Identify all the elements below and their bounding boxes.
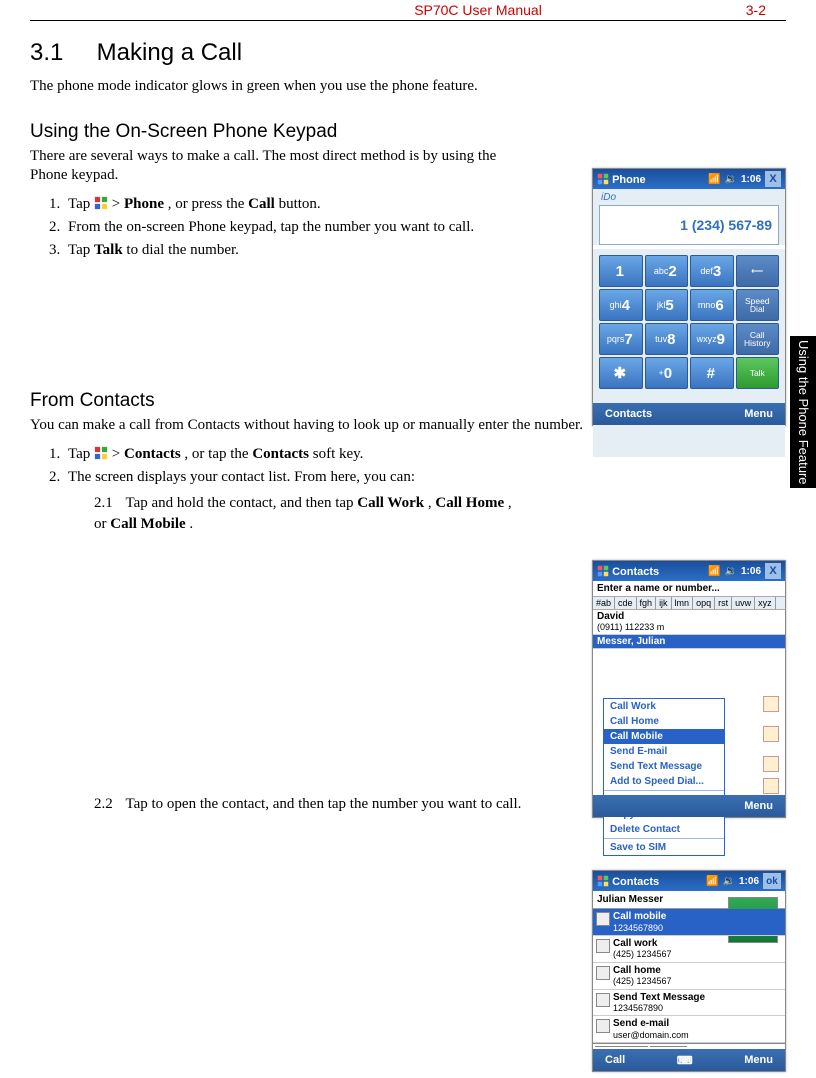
contact-action-row[interactable]: Call mobile1234567890 <box>593 909 785 936</box>
section-title: Making a Call <box>97 39 242 66</box>
signal-icon: 📶 <box>708 566 720 577</box>
keypad-key[interactable]: ghi4 <box>599 289 643 321</box>
section-heading: 3.1 Making a Call <box>30 39 786 67</box>
softkey-right[interactable]: Menu <box>744 408 773 420</box>
signal-icon: 📶 <box>708 174 720 185</box>
alpha-tab[interactable]: xyz <box>755 597 776 609</box>
keypad-key[interactable]: tuv8 <box>645 323 689 355</box>
softkey-bar: Call ⌨ Menu <box>593 1049 785 1071</box>
softkey-left[interactable]: Call <box>605 1054 625 1066</box>
keypad-key[interactable]: mno6 <box>690 289 734 321</box>
keypad-key[interactable]: def3 <box>690 255 734 287</box>
softkey-bar: Menu <box>593 795 785 817</box>
contact-action-row[interactable]: Send e-mailuser@domain.com <box>593 1016 785 1043</box>
keypad-key[interactable]: 1 <box>599 255 643 287</box>
contact-name: Julian Messer <box>593 891 785 909</box>
contact-row-selected[interactable]: Messer, Julian <box>593 635 785 649</box>
close-icon[interactable]: X <box>765 171 781 187</box>
keypad-key[interactable]: abc2 <box>645 255 689 287</box>
menu-item[interactable]: Save to SIM <box>604 840 724 855</box>
start-icon <box>94 446 108 460</box>
page-number: 3-2 <box>726 2 766 18</box>
softkey-bar: Contacts Menu <box>593 403 785 425</box>
softkey-left[interactable]: Contacts <box>605 408 652 420</box>
page-header: SP70C User Manual 3-2 <box>30 0 786 21</box>
screenshot-contact-detail: Contacts 📶🔉1:06ok Julian Messer Call mob… <box>592 870 786 1072</box>
softkey-right[interactable]: Menu <box>744 1054 773 1066</box>
menu-item[interactable]: Call Work <box>604 699 724 714</box>
section-number: 3.1 <box>30 39 90 67</box>
menu-item[interactable]: Add to Speed Dial... <box>604 774 724 789</box>
sim-icon <box>763 756 779 772</box>
contact-action-row[interactable]: Send Text Message1234567890 <box>593 990 785 1017</box>
keyboard-icon[interactable]: ⌨ <box>677 1054 693 1067</box>
alpha-tab[interactable]: ijk <box>656 597 672 609</box>
start-icon <box>94 196 108 210</box>
menu-separator <box>604 838 724 839</box>
contact-row[interactable]: David (0911) 112233 m <box>593 610 785 635</box>
screenshot-contacts-menu: Contacts 📶🔉1:06X Enter a name or number.… <box>592 560 786 818</box>
screenshot-phone-keypad: Phone 📶🔉1:06X iDo 1 (234) 567-89 1abc2de… <box>592 168 786 426</box>
alpha-tab[interactable]: rst <box>715 597 732 609</box>
alpha-tab[interactable]: opq <box>693 597 715 609</box>
titlebar: Phone 📶🔉1:06X <box>593 169 785 189</box>
dial-display: 1 (234) 567-89 <box>599 205 779 245</box>
keypad-key[interactable]: # <box>690 357 734 389</box>
menu-item[interactable]: Send Text Message <box>604 759 724 774</box>
menu-item[interactable]: Call Home <box>604 714 724 729</box>
volume-icon: 🔉 <box>725 566 737 577</box>
search-input[interactable]: Enter a name or number... <box>593 581 785 597</box>
side-chapter-tab: Using the Phone Feature <box>790 336 816 488</box>
keypad-heading: Using the On-Screen Phone Keypad <box>30 121 786 143</box>
menu-item[interactable]: Call Mobile <box>604 729 724 744</box>
signal-icon: 📶 <box>706 876 718 887</box>
alpha-tab[interactable]: #ab <box>593 597 615 609</box>
detail-tabs[interactable]: Summary Notes <box>593 1043 785 1047</box>
keypad-intro: There are several ways to make a call. T… <box>30 147 510 186</box>
manual-title: SP70C User Manual <box>30 2 726 18</box>
context-menu: Call WorkCall HomeCall MobileSend E-mail… <box>603 698 725 856</box>
keypad-key[interactable]: pqrs7 <box>599 323 643 355</box>
tab-summary[interactable]: Summary <box>595 1046 648 1047</box>
ok-button[interactable]: ok <box>763 873 781 889</box>
menu-item[interactable]: Send E-mail <box>604 744 724 759</box>
volume-icon: 🔉 <box>723 876 735 887</box>
alpha-tab[interactable]: cde <box>615 597 637 609</box>
keypad-key[interactable]: ✱ <box>599 357 643 389</box>
contact-action-row[interactable]: Call work(425) 1234567 <box>593 936 785 963</box>
keypad: 1abc2def3⟵ ghi4jkl5mno6Speed Dial pqrs7tuv… <box>599 255 779 389</box>
menu-separator <box>604 790 724 791</box>
start-icon[interactable] <box>597 173 609 185</box>
softkey-right[interactable]: Menu <box>744 800 773 812</box>
contacts-substep-2: 2.2 Tap to open the contact, and then ta… <box>94 794 524 814</box>
keypad-key[interactable]: Speed Dial <box>736 289 780 321</box>
section-intro: The phone mode indicator glows in green … <box>30 77 786 97</box>
sim-icon <box>763 726 779 742</box>
carrier-label: iDo <box>601 192 779 203</box>
alpha-tab[interactable]: uvw <box>732 597 755 609</box>
keypad-key[interactable]: jkl5 <box>645 289 689 321</box>
tab-notes[interactable]: Notes <box>650 1046 688 1047</box>
keypad-key[interactable]: +0 <box>645 357 689 389</box>
sim-icon <box>763 696 779 712</box>
menu-item[interactable]: Delete Contact <box>604 822 724 837</box>
alpha-tab[interactable]: fgh <box>637 597 657 609</box>
volume-icon: 🔉 <box>725 174 737 185</box>
keypad-key[interactable]: wxyz9 <box>690 323 734 355</box>
keypad-step-2: From the on-screen Phone keypad, tap the… <box>64 217 508 237</box>
close-icon[interactable]: X <box>765 563 781 579</box>
start-icon[interactable] <box>597 875 609 887</box>
contact-action-row[interactable]: Call home(425) 1234567 <box>593 963 785 990</box>
keypad-key[interactable]: Call History <box>736 323 780 355</box>
keypad-key[interactable]: Talk <box>736 357 780 389</box>
titlebar: Contacts 📶🔉1:06ok <box>593 871 785 891</box>
alpha-tabs[interactable]: #abcdefghijklmnopqrstuvwxyz <box>593 597 785 610</box>
titlebar: Contacts 📶🔉1:06X <box>593 561 785 581</box>
contacts-substep-1: 2.1 Tap and hold the contact, and then t… <box>94 493 514 534</box>
keypad-key[interactable]: ⟵ <box>736 255 780 287</box>
sim-icon <box>763 778 779 794</box>
alpha-tab[interactable]: lmn <box>672 597 694 609</box>
start-icon[interactable] <box>597 565 609 577</box>
